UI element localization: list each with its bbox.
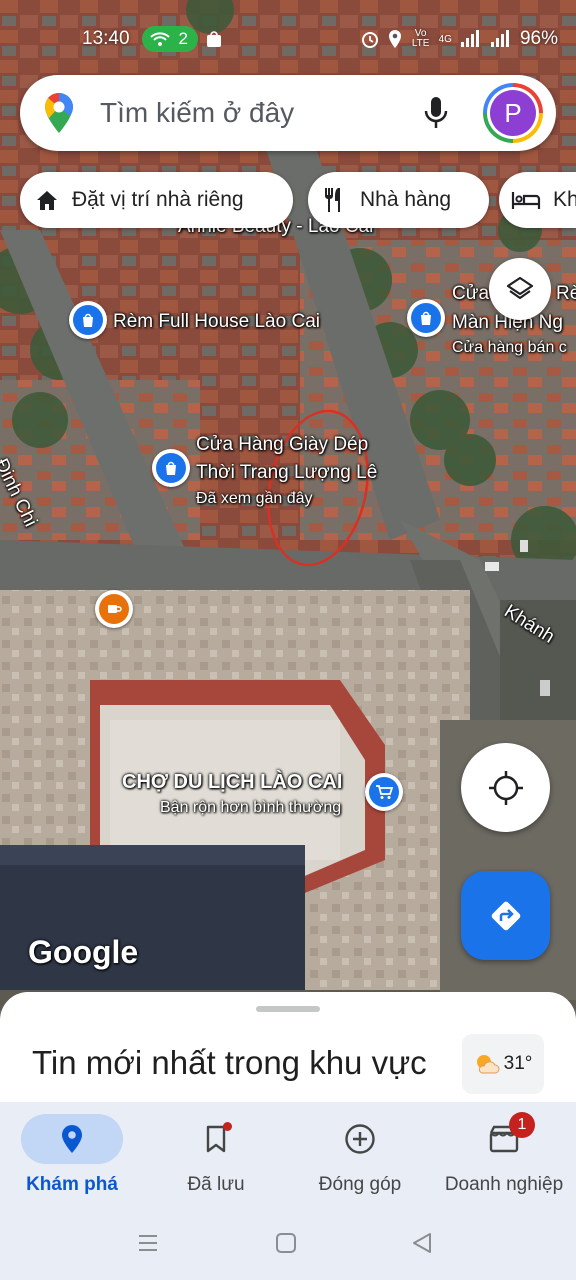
drag-handle[interactable] — [256, 1006, 320, 1012]
directions-icon — [491, 901, 520, 930]
my-location-button[interactable] — [461, 743, 550, 832]
search-input[interactable]: Tìm kiếm ở đây — [100, 97, 294, 129]
directions-button[interactable] — [461, 871, 550, 960]
partly-cloudy-icon — [476, 1055, 500, 1074]
layers-icon — [506, 276, 534, 300]
map-view[interactable]: Annie Beauty - Lào Cai Rèm Full House Là… — [0, 0, 576, 1010]
home-icon — [37, 191, 57, 210]
chip-set-home[interactable]: Đặt vị trí nhà riêng — [20, 172, 293, 228]
explore-bottom-sheet[interactable]: Tin mới nhất trong khu vực 31° — [0, 992, 576, 1112]
place-label-giay-dep-1[interactable]: Cửa Hàng Giày Dép — [196, 433, 368, 457]
layers-button[interactable] — [489, 258, 551, 320]
volte-label: Vo LTE — [411, 28, 430, 49]
search-bar[interactable]: Tìm kiếm ở đây P — [20, 75, 556, 151]
tab-label: Khám phá — [26, 1174, 118, 1195]
sheet-title: Tin mới nhất trong khu vực — [32, 1044, 427, 1081]
google-logo: Google — [28, 934, 139, 970]
battery-percent: 96% — [519, 28, 558, 49]
signal-icon-2 — [490, 30, 509, 47]
new-indicator-dot — [223, 1122, 232, 1131]
status-icons: Vo LTE 4G 96% — [361, 28, 558, 50]
hotel-icon — [511, 192, 541, 209]
weather-chip[interactable]: 31° — [462, 1034, 544, 1094]
chip-label: Nhà hàng — [360, 188, 452, 211]
temperature: 31° — [503, 1053, 533, 1074]
tab-saved[interactable]: Đã lưu — [144, 1114, 288, 1204]
cafe-pin[interactable] — [95, 590, 133, 628]
bottom-navigation: Khám phá Đã lưu Đóng góp 1 Doanh nghiệp — [0, 1102, 576, 1212]
shopping-pin[interactable] — [69, 301, 107, 339]
market-pin[interactable] — [365, 773, 403, 811]
place-sub-cua-hang-ban: Cửa hàng bán c — [452, 339, 567, 356]
shopping-bag-icon — [411, 303, 441, 333]
account-avatar[interactable]: P — [483, 83, 543, 143]
place-sub-busy: Bận rộn hơn bình thường — [160, 799, 342, 816]
restaurant-icon — [325, 188, 340, 212]
tab-contribute[interactable]: Đóng góp — [288, 1114, 432, 1204]
shopping-pin[interactable] — [407, 299, 445, 337]
add-circle-icon — [345, 1124, 375, 1154]
wifi-icon — [150, 32, 170, 46]
crosshair-icon — [488, 770, 523, 805]
chip-hotels[interactable]: Kh — [499, 172, 576, 228]
place-label-cua-top-1[interactable]: Cửa — [452, 282, 489, 306]
tab-business[interactable]: 1 Doanh nghiệp — [432, 1112, 576, 1204]
coffee-cup-icon — [99, 594, 129, 624]
place-sub-recently-viewed: Đã xem gần đây — [196, 490, 313, 507]
chip-label: Đặt vị trí nhà riêng — [72, 188, 244, 211]
back-icon[interactable] — [411, 1232, 433, 1254]
hotspot-count: 2 — [178, 29, 188, 48]
place-label-giay-dep-2[interactable]: Thời Trang Lượng Lê — [196, 461, 377, 485]
location-icon — [388, 30, 401, 48]
microphone-icon[interactable] — [420, 95, 452, 131]
status-bar: 13:40 2 Vo LTE 4G 96% — [0, 22, 576, 56]
system-navigation-bar — [0, 1212, 576, 1280]
hotspot-indicator: 2 — [142, 26, 198, 52]
place-label-rem[interactable]: Rèm Full House Lào Cai — [113, 310, 320, 334]
alarm-icon — [361, 32, 378, 48]
network-type: 4G — [438, 33, 452, 45]
clock: 13:40 — [82, 28, 130, 49]
recent-apps-icon[interactable] — [137, 1232, 159, 1254]
tab-label: Đóng góp — [318, 1174, 402, 1195]
place-label-cho[interactable]: CHỢ DU LỊCH LÀO CAI — [122, 770, 342, 794]
signal-icon — [460, 30, 479, 47]
notification-badge: 1 — [509, 1112, 535, 1138]
place-label-cua-top-2[interactable]: Rè — [556, 282, 576, 306]
chip-label: Kh — [553, 188, 576, 211]
tab-label: Đã lưu — [187, 1174, 245, 1195]
shopping-pin[interactable] — [152, 449, 190, 487]
shopping-cart-icon — [369, 777, 399, 807]
avatar-letter: P — [490, 90, 536, 136]
home-button-icon[interactable] — [275, 1232, 297, 1254]
explore-pin-icon — [62, 1125, 82, 1153]
shopping-bag-icon — [73, 305, 103, 335]
shopping-bag-icon — [156, 453, 186, 483]
chip-restaurants[interactable]: Nhà hàng — [308, 172, 489, 228]
tab-explore[interactable]: Khám phá — [0, 1114, 144, 1204]
shopping-bag-notification-icon — [207, 31, 221, 47]
tab-label: Doanh nghiệp — [444, 1174, 564, 1195]
google-maps-logo-icon — [44, 92, 73, 133]
